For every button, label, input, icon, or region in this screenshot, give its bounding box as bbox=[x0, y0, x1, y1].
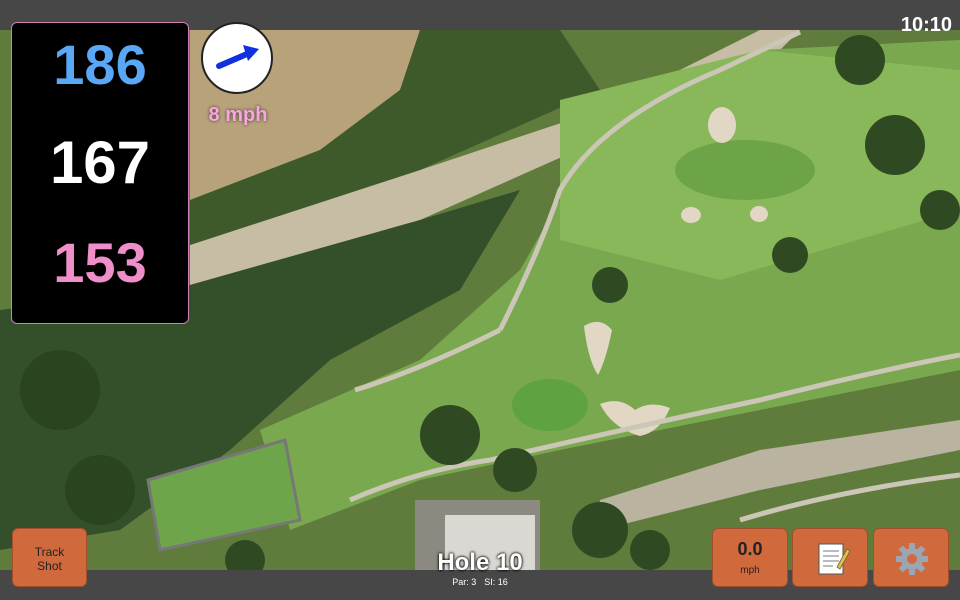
gear-icon bbox=[896, 543, 928, 575]
distance-back-of-green: 186 bbox=[53, 33, 147, 96]
settings-button[interactable] bbox=[873, 528, 949, 587]
wind-direction-dial bbox=[201, 22, 273, 94]
distance-panel: 186 167 153 bbox=[11, 22, 189, 324]
hole-info: Par: 3 SI: 16 bbox=[430, 577, 530, 587]
hole-title: Hole 10 bbox=[437, 549, 523, 576]
notes-icon bbox=[818, 543, 851, 575]
notes-button[interactable] bbox=[792, 528, 868, 587]
clock: 10:10 bbox=[900, 14, 952, 36]
track-shot-label-line1: Track bbox=[34, 545, 65, 559]
speed-value: 0.0 bbox=[737, 539, 763, 559]
speed-unit: mph bbox=[740, 565, 760, 576]
wind-speed-label: 8 mph bbox=[208, 104, 268, 126]
hole-par: Par: 3 bbox=[452, 577, 477, 587]
distance-front-of-green: 153 bbox=[53, 231, 147, 294]
distance-middle-of-green: 167 bbox=[49, 129, 151, 196]
track-shot-button[interactable]: Track Shot bbox=[12, 528, 87, 587]
track-shot-label-line2: Shot bbox=[37, 559, 62, 573]
hole-stroke-index: SI: 16 bbox=[484, 577, 508, 587]
speed-button[interactable]: 0.0 mph bbox=[712, 528, 788, 587]
wind-arrow-icon bbox=[216, 45, 259, 69]
